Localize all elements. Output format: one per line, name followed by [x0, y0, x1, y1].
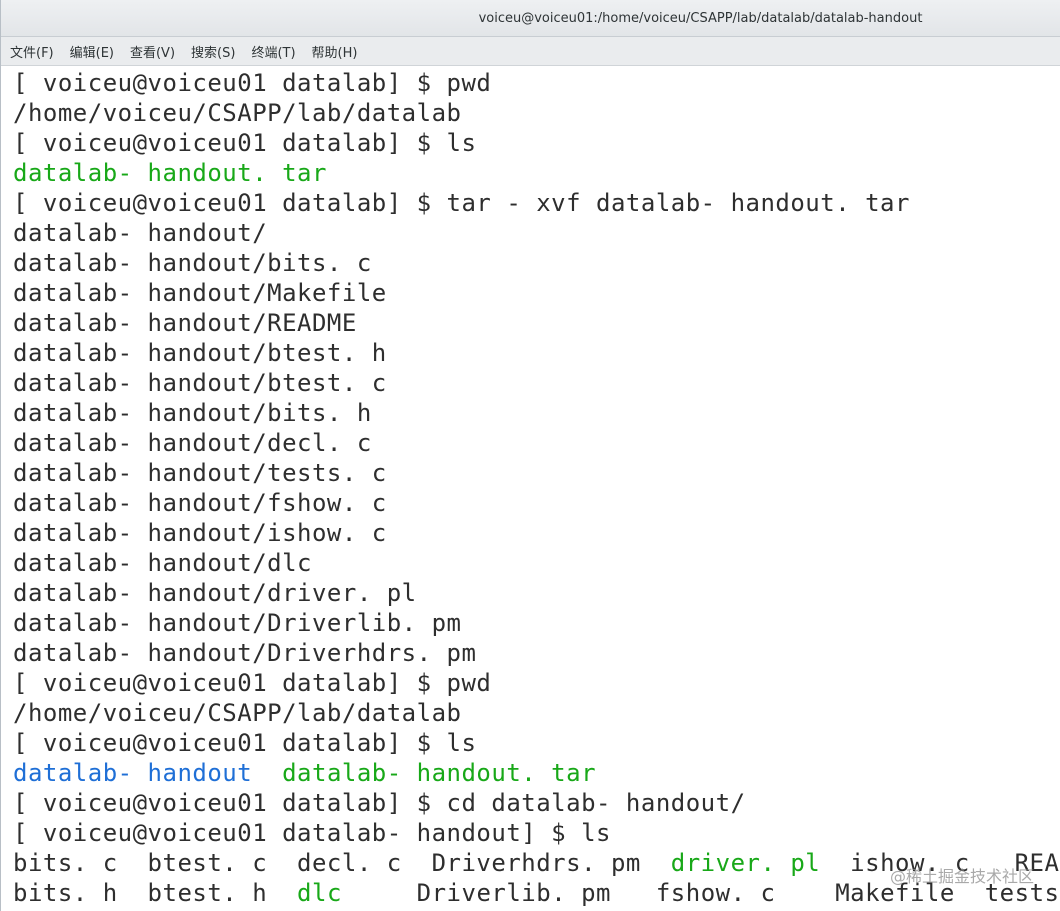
terminal-line: [ voiceu@voiceu01 datalab] $ ls	[13, 128, 1060, 158]
terminal-line: [ voiceu@voiceu01 datalab] $ ls	[13, 728, 1060, 758]
terminal-line: datalab- handout/Driverlib. pm	[13, 608, 1060, 638]
menu-view[interactable]: 查看(V)	[130, 42, 175, 61]
terminal-text: datalab- handout/Driverlib. pm	[13, 609, 462, 637]
terminal-text: datalab- handout/btest. c	[13, 369, 387, 397]
terminal-line: [ voiceu@voiceu01 datalab] $ tar - xvf d…	[13, 188, 1060, 218]
terminal-line: [ voiceu@voiceu01 datalab] $ pwd	[13, 668, 1060, 698]
terminal-line: datalab- handout datalab- handout. tar	[13, 758, 1060, 788]
executable-entry: driver. pl	[670, 849, 821, 877]
terminal-line: [ voiceu@voiceu01 datalab] $ cd datalab-…	[13, 788, 1060, 818]
menu-edit[interactable]: 编辑(E)	[70, 42, 114, 61]
terminal-line: datalab- handout/README	[13, 308, 1060, 338]
terminal-window: voiceu@voiceu01:/home/voiceu/CSAPP/lab/d…	[0, 0, 1060, 911]
menu-search[interactable]: 搜索(S)	[191, 42, 235, 61]
terminal-text: datalab- handout/tests. c	[13, 459, 387, 487]
executable-entry: dlc	[297, 879, 342, 907]
terminal-output[interactable]: [ voiceu@voiceu01 datalab] $ pwd/home/vo…	[1, 66, 1060, 911]
terminal-text: [ voiceu@voiceu01 datalab] $ tar - xvf d…	[13, 189, 910, 217]
terminal-line: datalab- handout/tests. c	[13, 458, 1060, 488]
terminal-text: [ voiceu@voiceu01 datalab] $ pwd	[13, 669, 492, 697]
terminal-line: [ voiceu@voiceu01 datalab] $ pwd	[13, 68, 1060, 98]
terminal-text: bits. h btest. h	[13, 879, 298, 907]
directory-entry: datalab- handout	[13, 759, 253, 787]
terminal-line: /home/voiceu/CSAPP/lab/datalab	[13, 698, 1060, 728]
terminal-text: datalab- handout/decl. c	[13, 429, 372, 457]
terminal-text: bits. c btest. c decl. c Driverhdrs. pm	[13, 849, 671, 877]
terminal-line: datalab- handout. tar	[13, 158, 1060, 188]
terminal-line: datalab- handout/Driverhdrs. pm	[13, 638, 1060, 668]
terminal-text: [ voiceu@voiceu01 datalab- handout] $ ls	[13, 819, 611, 847]
terminal-line: datalab- handout/bits. c	[13, 248, 1060, 278]
executable-entry: datalab- handout. tar	[13, 159, 327, 187]
terminal-line: datalab- handout/dlc	[13, 548, 1060, 578]
terminal-text: datalab- handout/fshow. c	[13, 489, 387, 517]
menu-file[interactable]: 文件(F)	[10, 42, 54, 61]
terminal-text: datalab- handout/btest. h	[13, 339, 387, 367]
terminal-text: /home/voiceu/CSAPP/lab/datalab	[13, 699, 462, 727]
terminal-text: datalab- handout/dlc	[13, 549, 312, 577]
watermark-label: @稀土掘金技术社区	[889, 867, 1034, 886]
terminal-text: [ voiceu@voiceu01 datalab] $ cd datalab-…	[13, 789, 746, 817]
window-title: voiceu@voiceu01:/home/voiceu/CSAPP/lab/d…	[478, 10, 923, 26]
terminal-text: datalab- handout/	[13, 219, 268, 247]
terminal-text: datalab- handout/Makefile	[13, 279, 387, 307]
terminal-line: /home/voiceu/CSAPP/lab/datalab	[13, 98, 1060, 128]
terminal-text: datalab- handout/ishow. c	[13, 519, 387, 547]
terminal-text: [ voiceu@voiceu01 datalab] $ ls	[13, 129, 477, 157]
menu-help[interactable]: 帮助(H)	[312, 42, 358, 61]
terminal-line: datalab- handout/ishow. c	[13, 518, 1060, 548]
menu-terminal[interactable]: 终端(T)	[251, 42, 295, 61]
terminal-line: datalab- handout/btest. h	[13, 338, 1060, 368]
executable-entry: datalab- handout. tar	[282, 759, 597, 787]
terminal-line: datalab- handout/fshow. c	[13, 488, 1060, 518]
terminal-line: datalab- handout/decl. c	[13, 428, 1060, 458]
menu-bar: 文件(F) 编辑(E) 查看(V) 搜索(S) 终端(T) 帮助(H)	[1, 37, 1060, 66]
terminal-text: datalab- handout/bits. h	[13, 399, 372, 427]
terminal-line: [ voiceu@voiceu01 datalab- handout] $ ls	[13, 818, 1060, 848]
title-bar[interactable]: voiceu@voiceu01:/home/voiceu/CSAPP/lab/d…	[1, 0, 1060, 37]
terminal-text: [ voiceu@voiceu01 datalab] $ ls	[13, 729, 477, 757]
terminal-text: [ voiceu@voiceu01 datalab] $ pwd	[13, 69, 492, 97]
terminal-line: datalab- handout/	[13, 218, 1060, 248]
terminal-line: datalab- handout/Makefile	[13, 278, 1060, 308]
terminal-text: datalab- handout/README	[13, 309, 357, 337]
terminal-line: datalab- handout/btest. c	[13, 368, 1060, 398]
terminal-text: datalab- handout/bits. c	[13, 249, 372, 277]
terminal-text: /home/voiceu/CSAPP/lab/datalab	[13, 99, 462, 127]
terminal-text: datalab- handout/Driverhdrs. pm	[13, 639, 477, 667]
terminal-line: datalab- handout/driver. pl	[13, 578, 1060, 608]
terminal-text: datalab- handout/driver. pl	[13, 579, 417, 607]
terminal-line: datalab- handout/bits. h	[13, 398, 1060, 428]
